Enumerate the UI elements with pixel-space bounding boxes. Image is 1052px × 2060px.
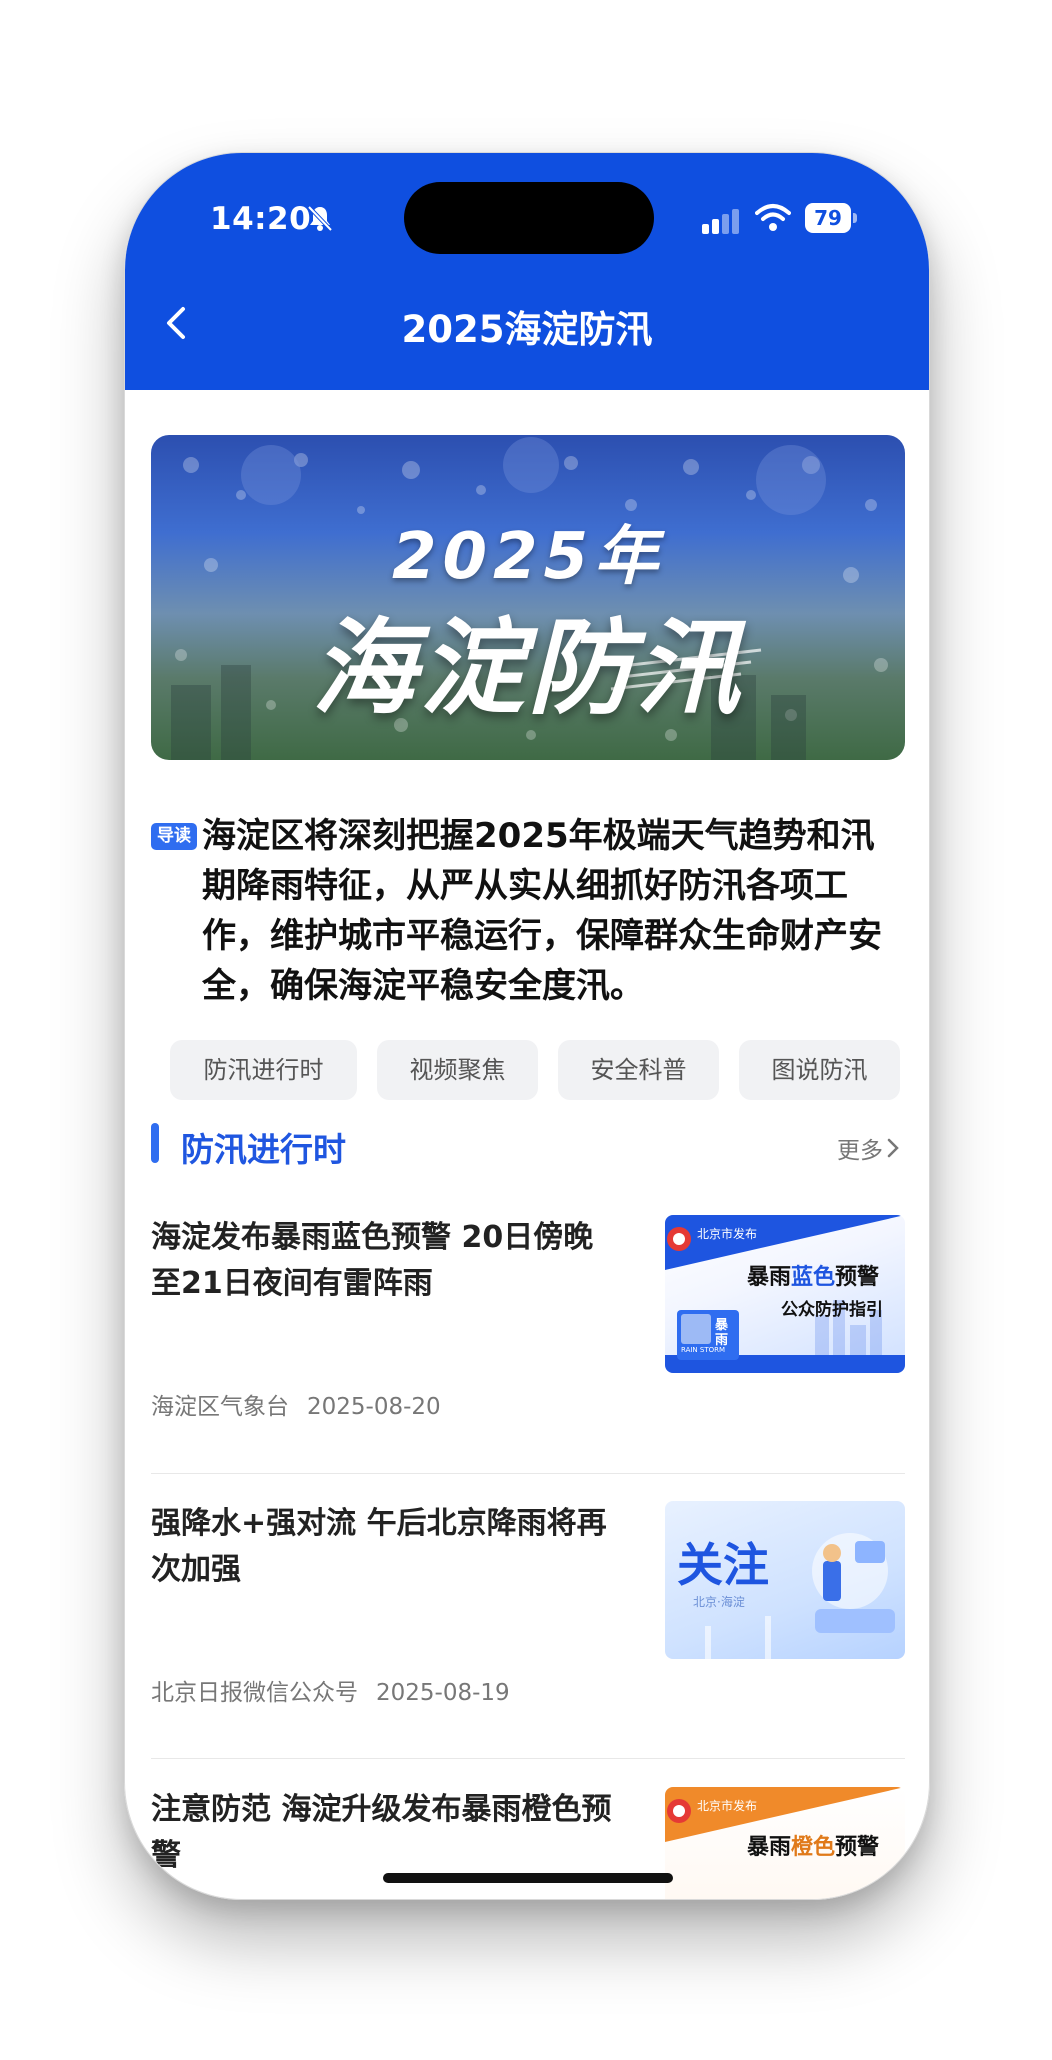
phone-frame: 14:20 79 2025海淀防汛 2025年 海淀防汛 导读 海淀区将深刻把握… bbox=[124, 152, 930, 1900]
hero-banner[interactable]: 2025年 海淀防汛 bbox=[151, 435, 905, 760]
article-item[interactable]: 强降水+强对流 午后北京降雨将再次加强 北京日报微信公众号 2025-08-19 … bbox=[151, 1501, 905, 1721]
status-time: 14:20 bbox=[210, 201, 312, 237]
dynamic-island bbox=[404, 182, 654, 254]
section-title: 防汛进行时 bbox=[181, 1130, 346, 1169]
page-title: 2025海淀防汛 bbox=[401, 308, 653, 351]
article-item[interactable]: 注意防范 海淀升级发布暴雨橙色预警 北京市发布 暴雨橙色预警 bbox=[151, 1787, 905, 1899]
header-bar: 14:20 79 2025海淀防汛 bbox=[125, 153, 929, 390]
thumb-warning-title: 暴雨蓝色预警 bbox=[747, 1265, 880, 1290]
cellular-signal-icon bbox=[702, 209, 739, 234]
article-meta: 海淀区气象台 2025-08-20 bbox=[151, 1387, 441, 1421]
tab-safety-science[interactable]: 安全科普 bbox=[558, 1040, 719, 1100]
bell-off-icon bbox=[307, 205, 333, 232]
home-indicator[interactable] bbox=[383, 1873, 673, 1883]
article-date: 2025-08-19 bbox=[376, 1680, 510, 1706]
intro-badge: 导读 bbox=[151, 823, 197, 850]
wifi-icon bbox=[755, 204, 791, 231]
thumb-warning-title: 暴雨橙色预警 bbox=[747, 1835, 880, 1860]
divider bbox=[151, 1473, 905, 1474]
article-source: 海淀区气象台 bbox=[151, 1394, 289, 1420]
banner-title: 海淀防汛 bbox=[311, 607, 744, 729]
tab-flood-progress[interactable]: 防汛进行时 bbox=[170, 1040, 357, 1100]
thumb-focus-headline: 关注 bbox=[677, 1538, 769, 1592]
divider bbox=[151, 1758, 905, 1759]
thumb-publisher: 北京市发布 bbox=[697, 1227, 758, 1241]
thumb-focus-sub: 北京·海淀 bbox=[693, 1595, 745, 1609]
section-accent-bar bbox=[151, 1123, 159, 1163]
chevron-right-icon bbox=[887, 1138, 899, 1158]
article-title: 强降水+强对流 午后北京降雨将再次加强 bbox=[151, 1506, 607, 1587]
article-source: 北京日报微信公众号 bbox=[151, 1680, 358, 1706]
thumb-publisher: 北京市发布 bbox=[697, 1799, 758, 1813]
article-meta: 北京日报微信公众号 2025-08-19 bbox=[151, 1673, 510, 1707]
intro-text: 海淀区将深刻把握2025年极端天气趋势和汛期降雨特征，从严从实从细抓好防汛各项工… bbox=[202, 816, 882, 1006]
article-item[interactable]: 海淀发布暴雨蓝色预警 20日傍晚至21日夜间有雷阵雨 海淀区气象台 2025-08… bbox=[151, 1215, 905, 1435]
category-tabs: 防汛进行时 视频聚焦 安全科普 图说防汛 bbox=[170, 1040, 900, 1100]
article-title: 海淀发布暴雨蓝色预警 20日傍晚至21日夜间有雷阵雨 bbox=[151, 1220, 594, 1301]
tab-illustrated[interactable]: 图说防汛 bbox=[739, 1040, 900, 1100]
article-thumbnail: 北京市发布 暴雨橙色预警 bbox=[665, 1787, 905, 1899]
battery-level: 79 bbox=[805, 203, 851, 233]
sign-en: RAIN STORM bbox=[681, 1346, 726, 1354]
more-label: 更多 bbox=[837, 1138, 883, 1164]
article-title: 注意防范 海淀升级发布暴雨橙色预警 bbox=[151, 1792, 612, 1873]
more-link[interactable]: 更多 bbox=[837, 1131, 899, 1165]
thumb-guide: 公众防护指引 bbox=[781, 1300, 883, 1320]
article-date: 2025-08-20 bbox=[307, 1394, 441, 1420]
article-thumbnail: 北京市发布 暴雨蓝色预警 公众防护指引 暴 雨 RAIN STORM bbox=[665, 1215, 905, 1373]
tab-video-focus[interactable]: 视频聚焦 bbox=[377, 1040, 538, 1100]
article-thumbnail: 关注 北京·海淀 bbox=[665, 1501, 905, 1659]
battery-icon: 79 bbox=[805, 203, 857, 233]
